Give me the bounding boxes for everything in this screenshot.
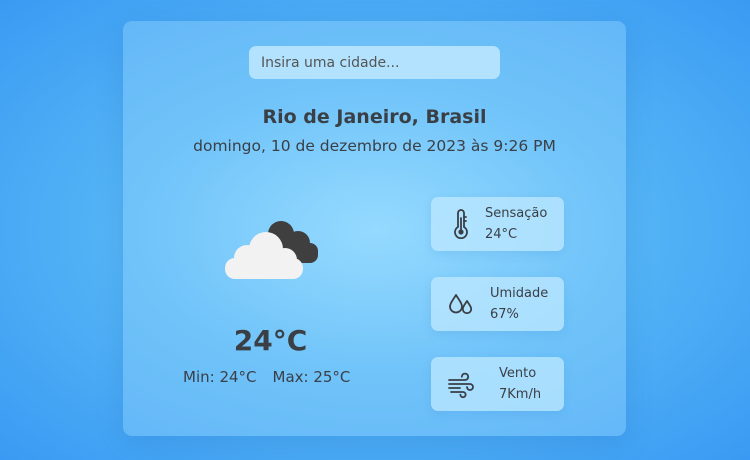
- city-search-input[interactable]: [249, 46, 500, 79]
- max-temperature: Max: 25°C: [272, 368, 351, 386]
- wind-card: Vento 7Km/h: [431, 357, 564, 411]
- feels-like-value: 24°C: [485, 227, 518, 242]
- thermometer-icon: [454, 209, 468, 239]
- feels-like-card: Sensação 24°C: [431, 197, 564, 251]
- weather-card: Rio de Janeiro, Brasil domingo, 10 de de…: [123, 21, 626, 436]
- wind-label: Vento: [499, 366, 537, 381]
- min-temperature: Min: 24°C: [183, 368, 257, 386]
- humidity-drops-icon: [449, 294, 473, 315]
- feels-like-label: Sensação: [485, 206, 548, 221]
- cloudy-night-icon: [225, 221, 318, 279]
- wind-value: 7Km/h: [499, 387, 542, 402]
- min-max-temperature: Min: 24°C Max: 25°C: [183, 368, 350, 386]
- city-name: Rio de Janeiro, Brasil: [262, 106, 487, 128]
- wind-icon: [448, 372, 474, 399]
- humidity-label: Umidade: [490, 286, 549, 301]
- current-datetime: domingo, 10 de dezembro de 2023 às 9:26 …: [193, 137, 556, 155]
- humidity-card: Umidade 67%: [431, 277, 564, 331]
- humidity-value: 67%: [490, 307, 519, 322]
- current-temperature: 24°C: [233, 324, 308, 357]
